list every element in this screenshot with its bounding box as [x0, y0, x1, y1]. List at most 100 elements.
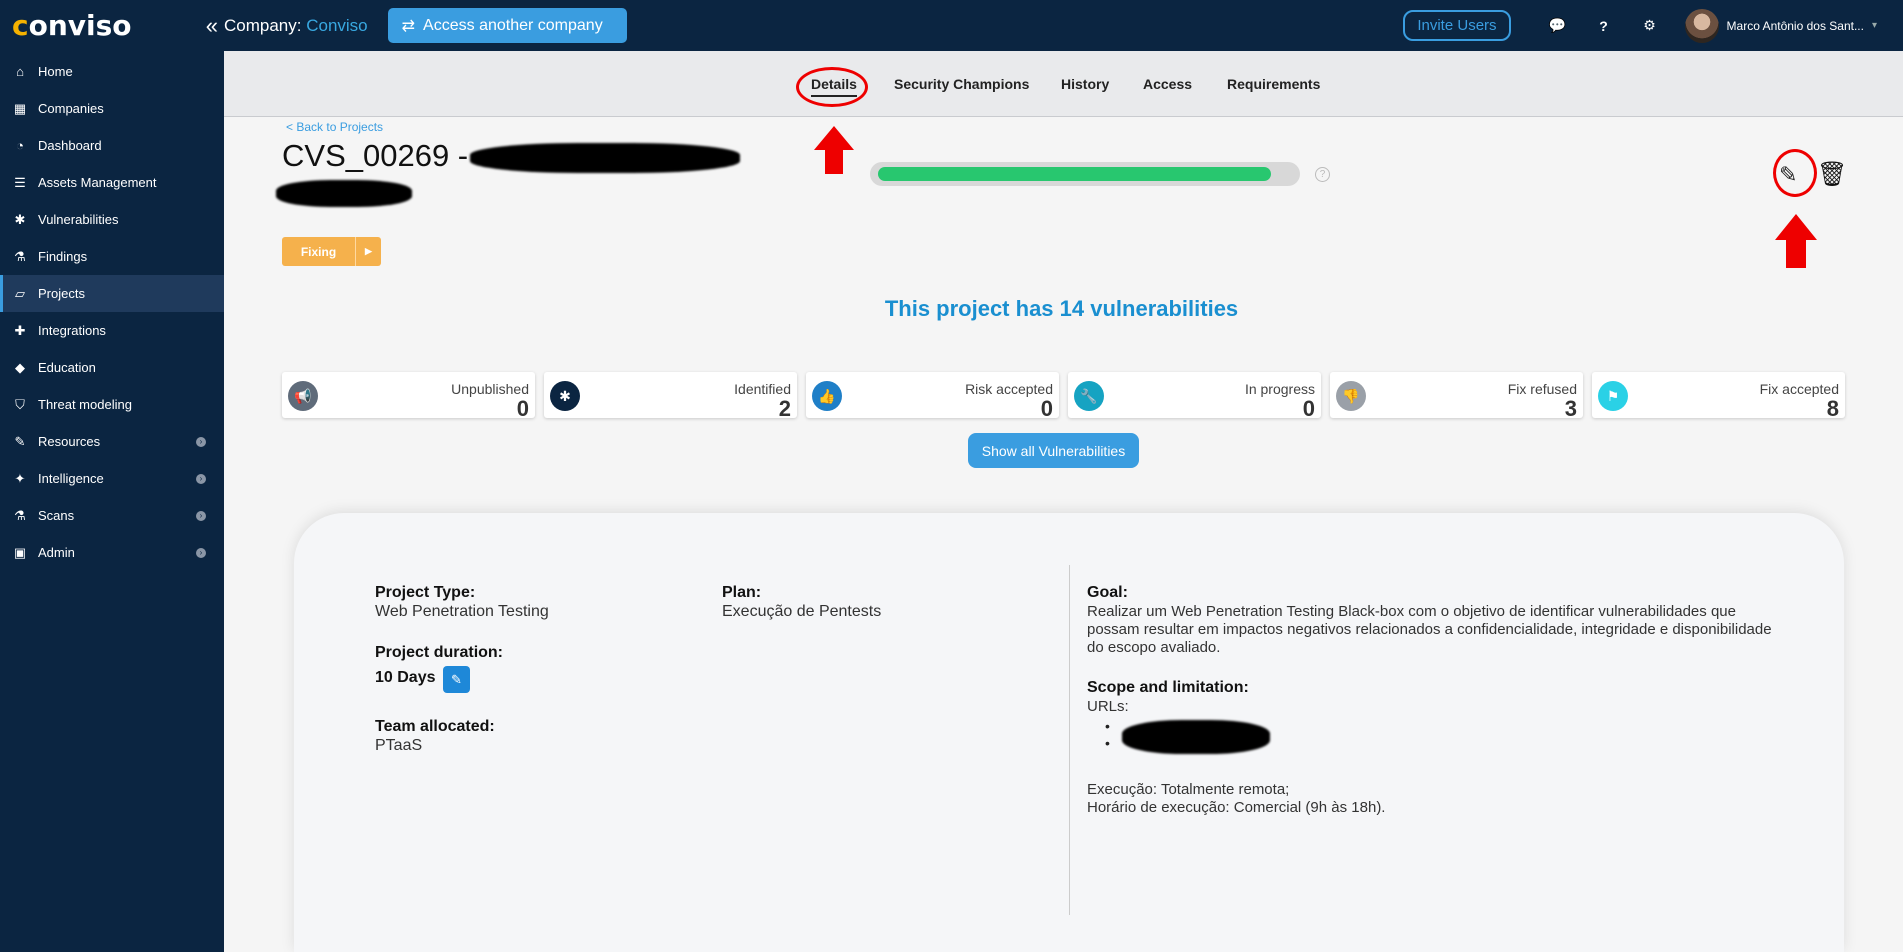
card-in-progress[interactable]: 🔧 In progress 0 [1068, 372, 1321, 421]
sidebar-item-intelligence[interactable]: ✦ Intelligence › [0, 460, 224, 497]
sidebar-item-label: Companies [38, 101, 104, 116]
server-icon: ☰ [14, 174, 26, 190]
access-another-company-button[interactable]: ⇄ Access another company [387, 8, 627, 43]
invite-users-button[interactable]: Invite Users [1403, 10, 1511, 41]
scope-label: Scope and limitation: [1087, 679, 1249, 696]
annotation-arrow-up [814, 126, 854, 174]
urls-label: URLs: [1087, 698, 1129, 715]
sidebar-item-scans[interactable]: ⚗ Scans › [0, 497, 224, 534]
card-fix-accepted[interactable]: ⚑ Fix accepted 8 [1592, 372, 1845, 421]
tab-security-champions[interactable]: Security Champions [894, 76, 1029, 92]
vulnerability-status-cards: 📢 Unpublished 0 ✱ Identified 2 👍 Risk ac… [282, 372, 1845, 421]
plan-value: Execução de Pentests [722, 603, 882, 620]
execution-schedule: Horário de execução: Comercial (9h às 18… [1087, 799, 1386, 816]
sidebar-item-dashboard[interactable]: ◔ Dashboard [0, 127, 224, 164]
sidebar-item-integrations[interactable]: ✚ Integrations [0, 312, 224, 349]
bug-icon: ✱ [14, 211, 26, 227]
card-identified[interactable]: ✱ Identified 2 [544, 372, 797, 420]
card-value: 0 [516, 396, 529, 421]
folder-open-icon: ▱ [15, 285, 25, 301]
logo[interactable]: conviso « [0, 0, 224, 51]
sidebar-item-threat-modeling[interactable]: ⛉ Threat modeling [0, 386, 224, 423]
company-name: Conviso [306, 15, 368, 35]
graduation-cap-icon: ◆ [15, 359, 25, 375]
page-title: CVS_00269 - [282, 138, 469, 173]
user-menu[interactable]: Marco Antônio dos Sant... ▾ [1684, 8, 1877, 43]
redacted-title-line-2 [276, 180, 412, 207]
sidebar-item-education[interactable]: ◆ Education [0, 349, 224, 386]
status-label: Fixing [300, 244, 337, 259]
lightbulb-icon: ✦ [14, 470, 26, 486]
user-name: Marco Antônio dos Sant... [1726, 18, 1864, 33]
sidebar-item-label: Assets Management [38, 175, 157, 190]
wrench-icon: 🔧 [1074, 381, 1104, 411]
card-label: Fix refused [1507, 381, 1577, 397]
sidebar-item-admin[interactable]: ▣ Admin › [0, 534, 224, 571]
vulnerability-count-heading: This project has 14 vulnerabilities [884, 296, 1239, 321]
thumbs-up-icon: 👍 [812, 381, 842, 411]
tab-history[interactable]: History [1061, 76, 1109, 92]
collapse-sidebar-icon[interactable]: « [206, 13, 218, 39]
card-label: Risk accepted [965, 381, 1053, 397]
sidebar-item-home[interactable]: ⌂ Home [0, 53, 224, 90]
chat-icon[interactable]: 💬 [1535, 17, 1581, 34]
tab-requirements[interactable]: Requirements [1227, 76, 1320, 92]
sidebar-item-companies[interactable]: ▦ Companies [0, 90, 224, 127]
sidebar-item-vulnerabilities[interactable]: ✱ Vulnerabilities [0, 201, 224, 238]
card-risk-accepted[interactable]: 👍 Risk accepted 0 [806, 372, 1059, 421]
sidebar-item-label: Integrations [38, 323, 106, 338]
redacted-title [470, 143, 740, 173]
back-to-projects-link[interactable]: < Back to Projects [286, 120, 383, 134]
question-circle-icon[interactable]: ? [1315, 167, 1330, 182]
goal-value: Realizar um Web Penetration Testing Blac… [1087, 603, 1772, 656]
execution-mode: Execução: Totalmente remota; [1087, 781, 1290, 798]
card-value: 3 [1564, 396, 1577, 421]
card-value: 0 [1302, 396, 1315, 421]
progress-bar [870, 162, 1300, 186]
card-value: 0 [1040, 396, 1053, 421]
puzzle-icon: ✚ [14, 322, 26, 338]
annotation-circle-details [796, 67, 868, 107]
wrench-icon: ✎ [14, 433, 26, 449]
flask-icon: ⚗ [14, 248, 26, 264]
edit-duration-button[interactable]: ✎ [443, 666, 470, 693]
sidebar-item-assets-management[interactable]: ☰ Assets Management [0, 164, 224, 201]
caret-right-icon[interactable]: ▶ [355, 237, 381, 266]
card-value: 8 [1826, 396, 1839, 421]
avatar [1684, 8, 1719, 43]
shield-icon: ⛉ [15, 396, 25, 412]
annotation-circle-edit [1773, 149, 1817, 197]
sidebar-item-label: Admin [38, 545, 75, 560]
team-allocated-value: PTaaS [375, 737, 423, 754]
list-item: • [1105, 735, 1110, 751]
tab-access[interactable]: Access [1143, 76, 1192, 92]
sidebar-item-label: Home [38, 64, 73, 79]
project-duration-value: 10 Days [375, 669, 436, 686]
sidebar-item-label: Resources [38, 434, 101, 449]
card-label: Unpublished [451, 381, 529, 397]
gear-icon[interactable]: ⚙ [1627, 17, 1673, 34]
dashboard-icon: ◔ [16, 138, 24, 153]
sidebar-item-label: Scans [38, 508, 75, 523]
show-all-vulnerabilities-button[interactable]: Show all Vulnerabilities [968, 433, 1139, 468]
status-button[interactable]: Fixing ▶ [282, 237, 381, 266]
help-icon[interactable]: ? [1581, 18, 1627, 34]
card-unpublished[interactable]: 📢 Unpublished 0 [282, 372, 535, 421]
pencil-icon: ✎ [451, 672, 462, 687]
chevron-right-icon: › [196, 436, 206, 447]
card-fix-refused[interactable]: 👎 Fix refused 3 [1330, 372, 1583, 421]
annotation-arrow-up [1775, 214, 1817, 268]
plan-label: Plan: [722, 584, 762, 601]
chevron-right-icon: › [196, 473, 206, 484]
sidebar-item-projects[interactable]: ▱ Projects [0, 275, 224, 312]
briefcase-icon: ▣ [13, 544, 27, 560]
access-button-label: Access another company [423, 16, 603, 34]
sidebar-item-resources[interactable]: ✎ Resources › [0, 423, 224, 460]
sidebar-item-label: Threat modeling [38, 397, 132, 412]
progress-fill [878, 167, 1272, 181]
details-divider [1069, 565, 1070, 915]
megaphone-icon: 📢 [288, 381, 318, 411]
trash-icon[interactable]: 🗑 [1817, 160, 1847, 189]
company-label: Company: [224, 15, 302, 35]
sidebar-item-findings[interactable]: ⚗ Findings [0, 238, 224, 275]
